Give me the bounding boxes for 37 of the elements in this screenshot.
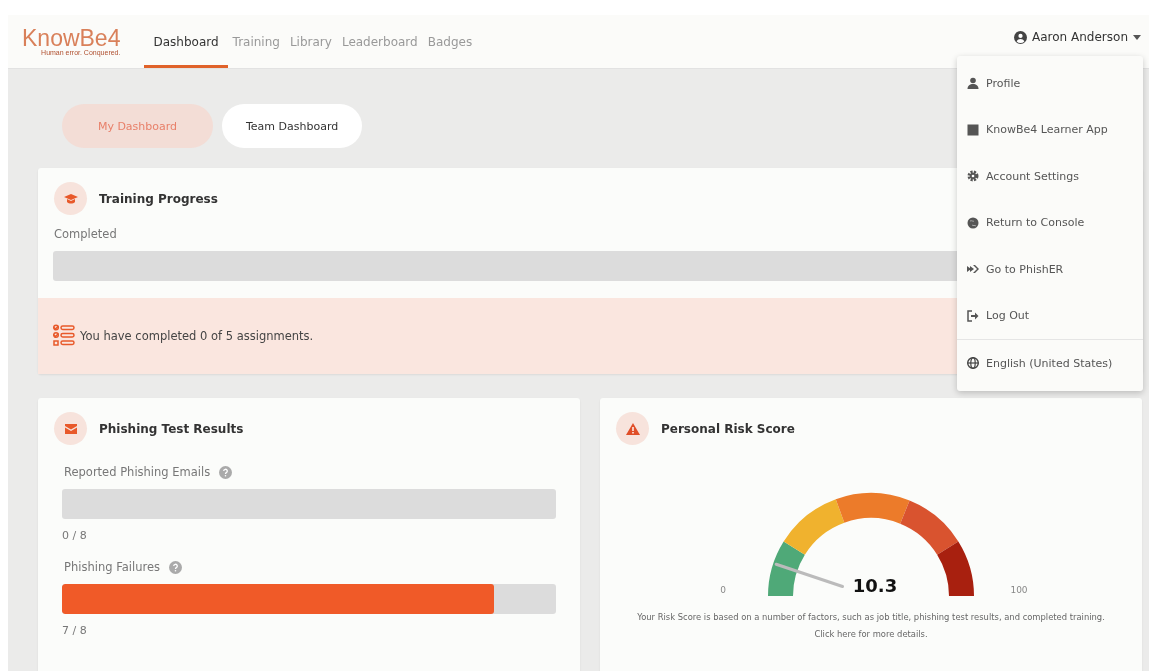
user-icon (1014, 30, 1028, 44)
card-title: Phishing Test Results (99, 421, 244, 436)
menu-item[interactable]: Account Settings (957, 153, 1143, 200)
gauge-max-label: 100 (1009, 585, 1029, 595)
metric-count: 7 / 8 (61, 623, 88, 639)
menu-item[interactable]: KnowBe4 Learner App (957, 106, 1143, 153)
person-icon (967, 77, 979, 90)
user-menu-button[interactable]: Aaron Anderson (1014, 15, 1149, 59)
risk-score-value: 10.3 (852, 575, 898, 597)
metric-count: 0 / 8 (61, 528, 88, 544)
card-title: Training Progress (99, 191, 218, 206)
gauge-needle (774, 562, 845, 588)
checklist-icon (53, 324, 75, 348)
globe-icon (967, 216, 979, 229)
graduation-cap-icon (54, 182, 87, 215)
help-icon (219, 465, 233, 479)
menu-item[interactable]: Profile (957, 60, 1143, 107)
envelope-icon (54, 412, 87, 445)
metric-label: Phishing Failures (64, 560, 160, 574)
globe-icon (967, 357, 979, 370)
metric-label: Completed (53, 227, 118, 243)
menu-item[interactable]: Log Out (957, 292, 1143, 339)
help-icon (168, 560, 182, 574)
sign-out-icon (967, 309, 979, 322)
risk-score-note: Your Risk Score is based on a number of factors, such as job title, phishing test results, and completed training. Click here for more details. (636, 611, 1106, 641)
caret-icon (1133, 34, 1141, 40)
menu-item[interactable]: Go to PhishER (957, 246, 1143, 293)
arrow-icon (967, 263, 979, 276)
gauge-min-label: 0 (719, 585, 727, 595)
warning-icon (616, 412, 649, 445)
metric-label: Reported Phishing Emails (64, 465, 211, 479)
menu-item[interactable]: Return to Console (957, 199, 1143, 246)
assignment-message: You have completed 0 of 5 assignments. (80, 329, 314, 343)
dashboard-tab[interactable]: Team Dashboard (222, 104, 363, 148)
gear-icon (967, 170, 979, 183)
card-title: Personal Risk Score (661, 421, 795, 436)
nav-tab[interactable]: Dashboard (144, 18, 228, 68)
